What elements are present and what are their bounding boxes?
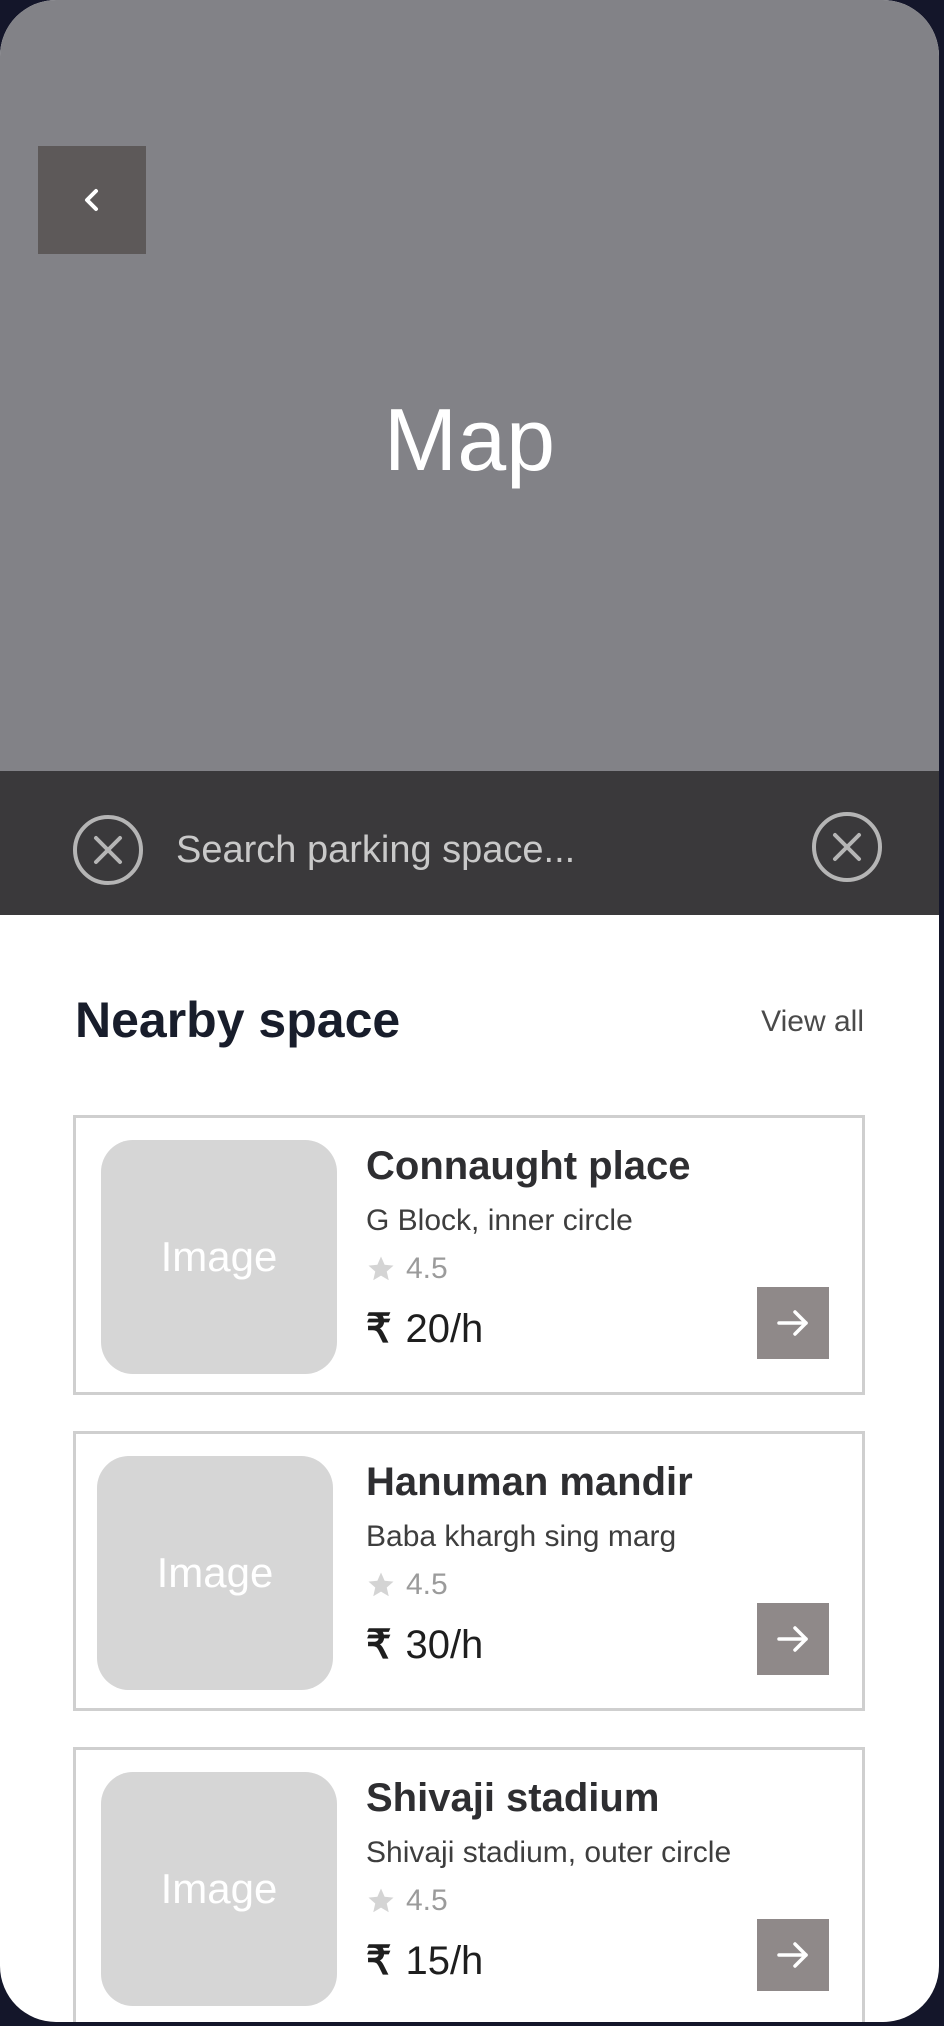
arrow-right-icon [777,1626,808,1652]
parking-address: Shivaji stadium, outer circle [366,1836,732,1869]
search-input[interactable] [176,815,776,885]
price-value: 20/h [405,1307,484,1351]
star-icon [368,1256,394,1281]
section-title: Nearby space [75,992,401,1048]
parking-address: G Block, inner circle [366,1204,633,1237]
map-area[interactable]: Map [0,0,939,771]
currency-symbol: ₹ [366,1307,392,1351]
rating-value: 4.5 [406,1884,448,1917]
arrow-right-icon [777,1942,808,1968]
parking-rating: 4.5 [366,1248,448,1290]
parking-price: ₹20/h [366,1300,483,1358]
parking-image-placeholder: Image [101,1140,337,1374]
open-details-button[interactable] [757,1287,829,1359]
back-button[interactable] [38,146,146,254]
parking-price: ₹15/h [366,1932,483,1990]
star-icon [368,1572,394,1597]
parking-price: ₹30/h [366,1616,483,1674]
parking-name: Shivaji stadium [366,1776,660,1820]
open-details-button[interactable] [757,1919,829,1991]
parking-name: Connaught place [366,1144,691,1188]
star-icon [368,1888,394,1913]
parking-card[interactable]: Image Connaught place G Block, inner cir… [73,1115,865,1395]
arrow-right-icon [777,1310,808,1336]
parking-address: Baba khargh sing marg [366,1520,677,1553]
price-value: 15/h [405,1939,484,1983]
clear-search-icon[interactable] [811,811,883,883]
rating-value: 4.5 [406,1568,448,1601]
parking-rating: 4.5 [366,1880,448,1922]
currency-symbol: ₹ [366,1939,392,1983]
map-placeholder-label: Map [383,390,556,489]
parking-image-placeholder: Image [101,1772,337,2006]
currency-symbol: ₹ [366,1623,392,1667]
view-all-link[interactable]: View all [761,1000,864,1044]
parking-name: Hanuman mandir [366,1460,693,1504]
open-details-button[interactable] [757,1603,829,1675]
parking-card[interactable]: Image Shivaji stadium Shivaji stadium, o… [73,1747,865,2022]
close-circle-icon[interactable] [72,814,144,886]
price-value: 30/h [405,1623,484,1667]
rating-value: 4.5 [406,1252,448,1285]
parking-card[interactable]: Image Hanuman mandir Baba khargh sing ma… [73,1431,865,1711]
parking-rating: 4.5 [366,1564,448,1606]
chevron-left-icon [85,189,98,211]
phone-screen: Map Nearby space View all Image Connaugh… [0,0,939,2022]
parking-image-placeholder: Image [97,1456,333,1690]
